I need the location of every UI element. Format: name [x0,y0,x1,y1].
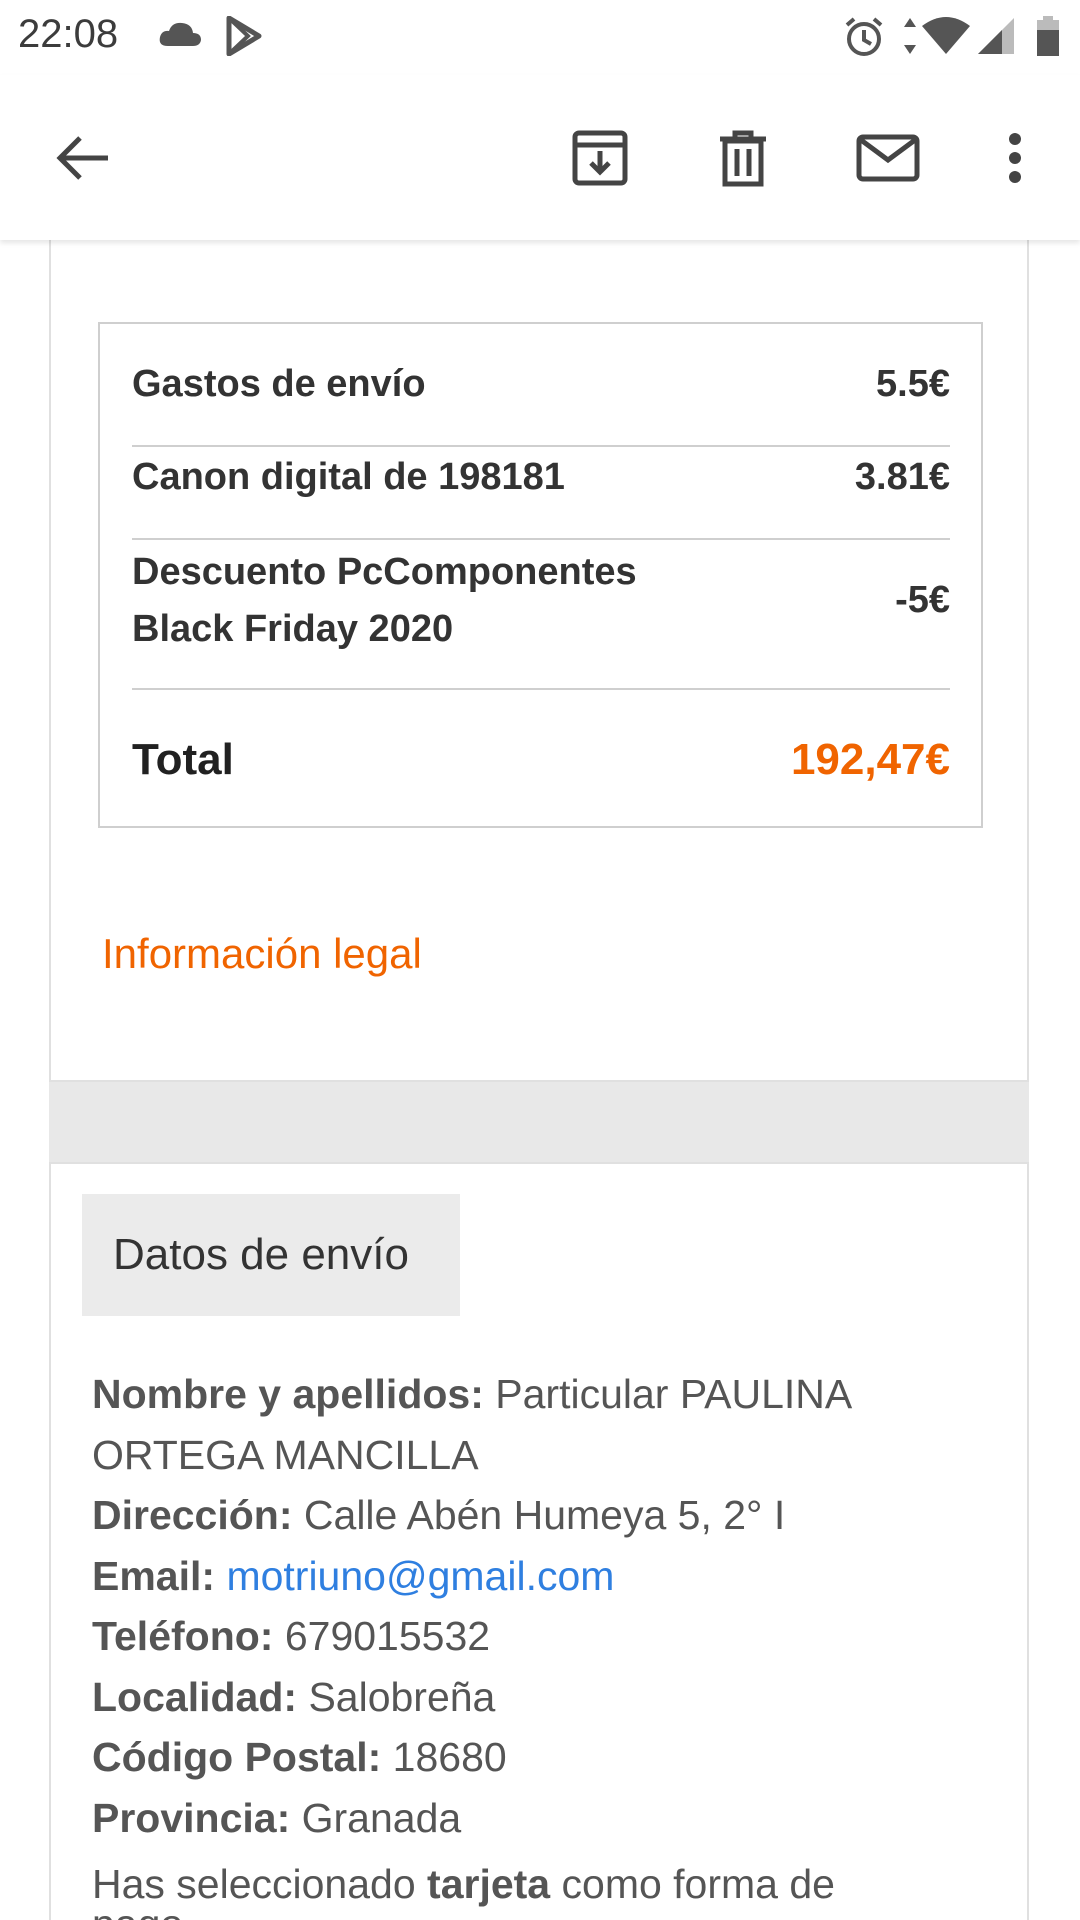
email-body: Gastos de envío 5.5€ Canon digital de 19… [0,240,1080,1920]
order-summary-table: Gastos de envío 5.5€ Canon digital de 19… [98,322,983,828]
zip-value: 18680 [392,1734,507,1780]
archive-icon [571,129,629,192]
more-options-button[interactable] [975,120,1055,200]
summary-value: 3.81€ [854,456,950,498]
phone-value: 679015532 [284,1613,491,1659]
section-separator [49,1082,1029,1164]
delete-icon [718,129,768,192]
data-arrows-icon [903,18,917,59]
summary-row-total: Total 192,47€ [132,730,950,790]
back-button[interactable] [42,120,122,200]
email-label: Email: [92,1552,216,1599]
name-line: Nombre y apellidos: Particular PAULINA [92,1364,952,1425]
shipping-details: Nombre y apellidos: Particular PAULINA O… [92,1364,952,1848]
summary-label-line1: Descuento PcComponentes [132,551,637,593]
more-vert-icon [1008,132,1022,189]
row-divider [132,445,950,447]
summary-row-shipping: Gastos de envío 5.5€ [132,356,950,413]
name-value-line2: ORTEGA MANCILLA [92,1431,479,1478]
total-value: 192,47€ [790,735,950,784]
shipping-section-title: Datos de envío [82,1194,460,1316]
summary-value: -5€ [895,579,950,621]
phone-line: Teléfono: 679015532 [92,1606,952,1667]
status-time: 22:08 [18,12,119,56]
summary-row-discount: Descuento PcComponentes Black Friday 202… [132,544,950,658]
email-line: Email: motriuno@gmail.com [92,1546,952,1607]
back-arrow-icon [54,134,110,187]
city-value: Salobreña [308,1673,496,1720]
archive-button[interactable] [560,120,640,200]
mark-unread-button[interactable] [848,120,928,200]
payment-suffix: como forma de [561,1861,835,1907]
address-line: Dirección: Calle Abén Humeya 5, 2° I [92,1485,952,1546]
shipping-card: Datos de envío Nombre y apellidos: Parti… [49,1162,1029,1920]
payment-method: tarjeta [427,1861,551,1907]
alarm-icon [844,16,884,63]
summary-row-canon: Canon digital de 198181 3.81€ [132,449,950,506]
name-label: Nombre y apellidos: [92,1371,484,1417]
province-label: Provincia: [92,1794,291,1841]
email-link[interactable]: motriuno@gmail.com [226,1553,614,1599]
city-line: Localidad: Salobreña [92,1667,952,1728]
zip-label: Código Postal: [92,1734,382,1780]
legal-info-link[interactable]: Información legal [102,930,422,978]
app-toolbar [0,75,1080,240]
phone-label: Teléfono: [92,1613,274,1659]
payment-method-text: Has seleccionado tarjeta como forma de p… [92,1864,952,1920]
summary-label-line2: Black Friday 2020 [132,608,454,650]
province-line: Provincia: Granada [92,1788,952,1849]
total-label: Total [132,735,234,784]
summary-value: 5.5€ [876,363,950,405]
summary-label: Gastos de envío [132,363,426,405]
battery-icon [1036,16,1060,61]
row-divider [132,538,950,540]
signal-icon [978,18,1014,59]
summary-label: Canon digital de 198181 [132,456,565,498]
play-store-icon [226,15,262,61]
row-divider [132,688,950,690]
name-value-line1: Particular PAULINA [495,1371,853,1417]
mark-unread-icon [856,134,920,187]
status-bar: 22:08 [0,0,1080,75]
wifi-icon [922,16,970,59]
address-label: Dirección: [92,1492,293,1538]
city-label: Localidad: [92,1673,298,1720]
province-value: Granada [301,1794,462,1841]
address-value: Calle Abén Humeya 5, 2° I [303,1492,786,1538]
delete-button[interactable] [703,120,783,200]
zip-line: Código Postal: 18680 [92,1727,952,1788]
order-card: Gastos de envío 5.5€ Canon digital de 19… [49,240,1029,1082]
cloud-icon [158,20,202,53]
